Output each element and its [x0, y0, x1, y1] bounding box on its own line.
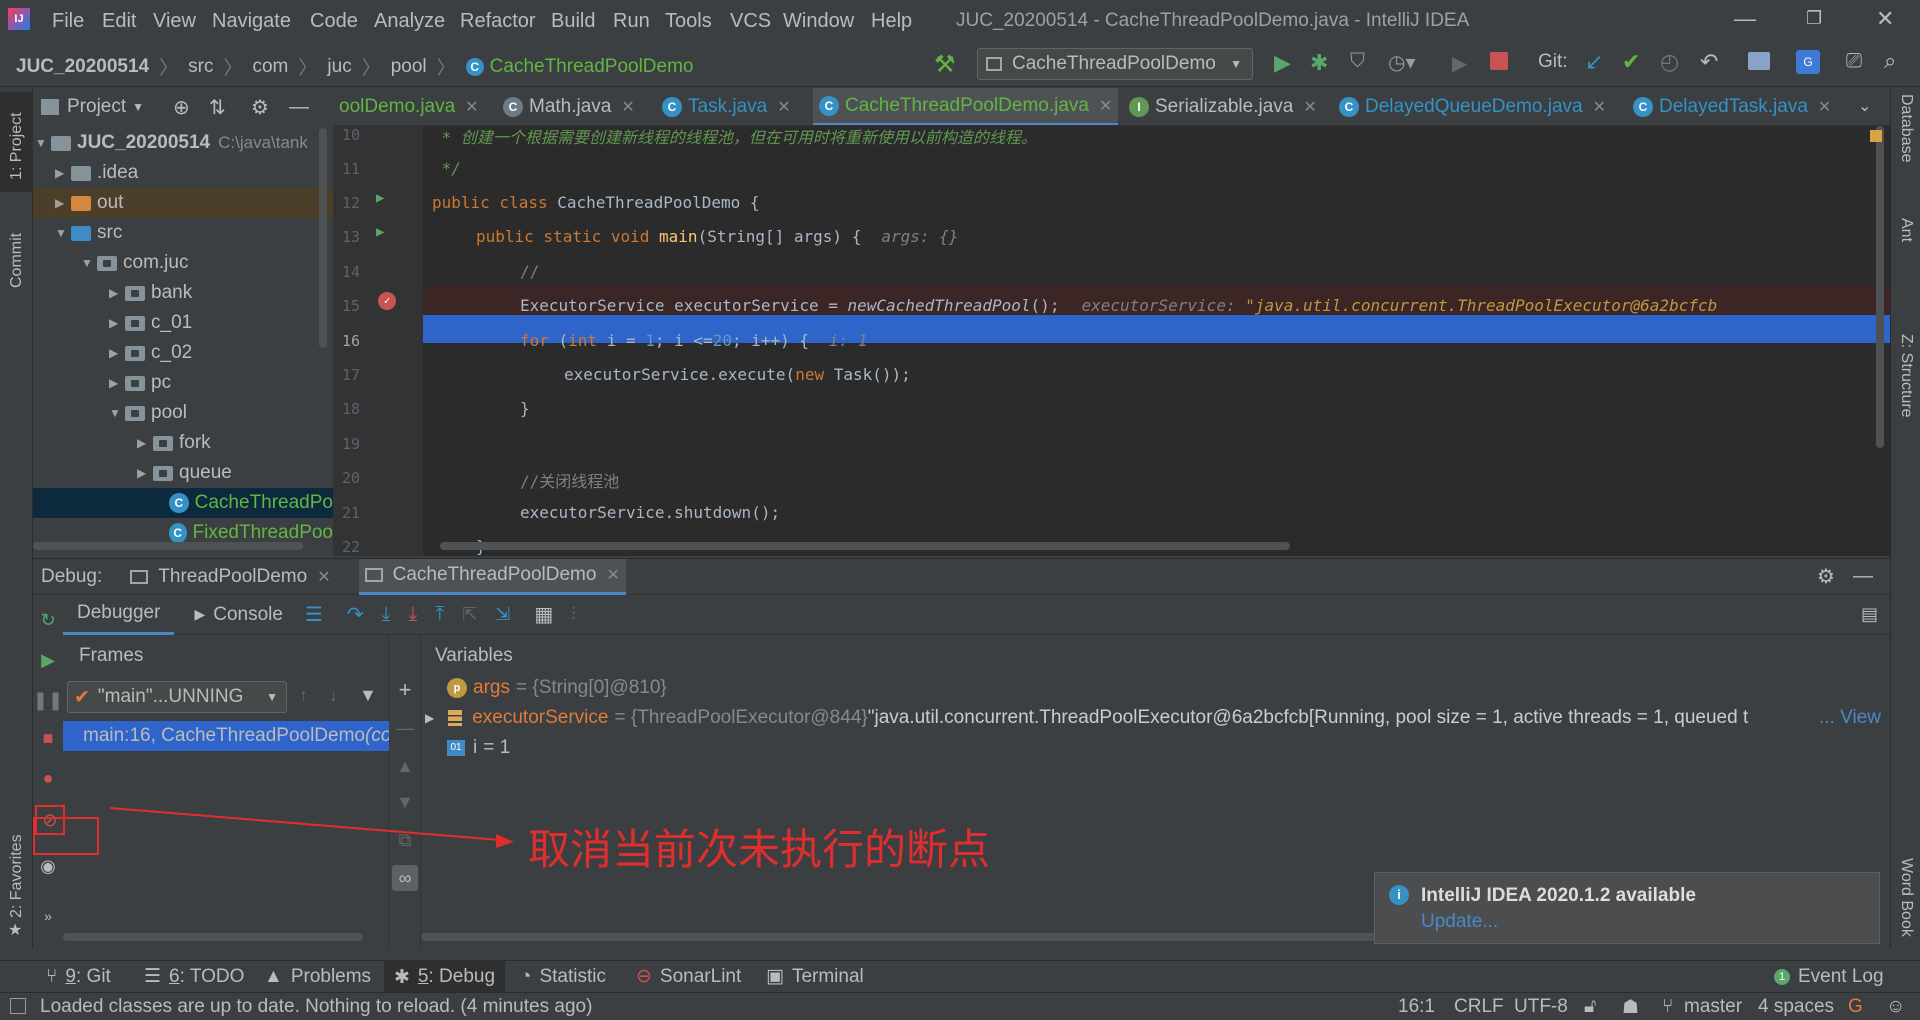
git-branch[interactable]: master — [1684, 996, 1742, 1018]
tool-todo[interactable]: ☰ 6: TODO — [144, 965, 244, 988]
indent-setting[interactable]: 4 spaces — [1758, 996, 1834, 1018]
tool-problems[interactable]: ▲ Problems — [264, 966, 371, 988]
line-separator[interactable]: CRLF — [1454, 996, 1504, 1018]
tool-sonarlint[interactable]: ⊖ SonarLint — [636, 965, 741, 988]
bottom-tool-bar: ⑂ 9: Git ☰ 6: TODO ▲ Problems ✱ 5: Debug ◔ St… — [0, 960, 1920, 993]
annotation-text: 取消当前次未执行的断点 — [528, 825, 991, 874]
statistic-icon: ◔ — [520, 965, 532, 987]
status-message: Loaded classes are up to date. Nothing t… — [40, 996, 593, 1017]
memory-icon[interactable]: ☺ — [1886, 996, 1905, 1018]
google-icon[interactable]: G — [1848, 996, 1863, 1018]
update-link[interactable]: Update... — [1421, 911, 1498, 933]
status-bar: Loaded classes are up to date. Nothing t… — [0, 992, 1920, 1020]
lock-icon[interactable]: 🔓︎ — [1584, 996, 1596, 1018]
tool-git[interactable]: ⑂ 9: Git — [46, 966, 111, 988]
warning-icon: ▲ — [264, 965, 283, 987]
bug-icon: ✱ — [394, 966, 410, 988]
tool-terminal[interactable]: ▣ Terminal — [766, 965, 864, 988]
tool-debug[interactable]: ✱ 5: Debug — [384, 961, 506, 993]
sonarlint-icon: ⊖ — [636, 966, 652, 987]
tool-statistic[interactable]: ◔ Statistic — [520, 966, 606, 988]
toggle-tool-windows-icon[interactable] — [10, 998, 26, 1014]
todo-icon: ☰ — [144, 966, 162, 987]
terminal-icon: ▣ — [766, 966, 784, 987]
git-branch-icon: ⑂ — [1662, 996, 1674, 1017]
update-notification: i IntelliJ IDEA 2020.1.2 available Updat… — [1374, 872, 1880, 944]
caret-position[interactable]: 16:1 — [1398, 996, 1435, 1018]
info-icon: i — [1389, 885, 1409, 905]
notification-title: IntelliJ IDEA 2020.1.2 available — [1421, 885, 1696, 906]
git-icon: ⑂ — [46, 965, 58, 987]
event-log-icon: 1 — [1774, 968, 1790, 985]
file-encoding[interactable]: UTF-8 — [1514, 996, 1568, 1018]
tool-event-log[interactable]: 1 Event Log — [1774, 966, 1884, 988]
inspector-icon[interactable]: ☗ — [1622, 996, 1639, 1019]
